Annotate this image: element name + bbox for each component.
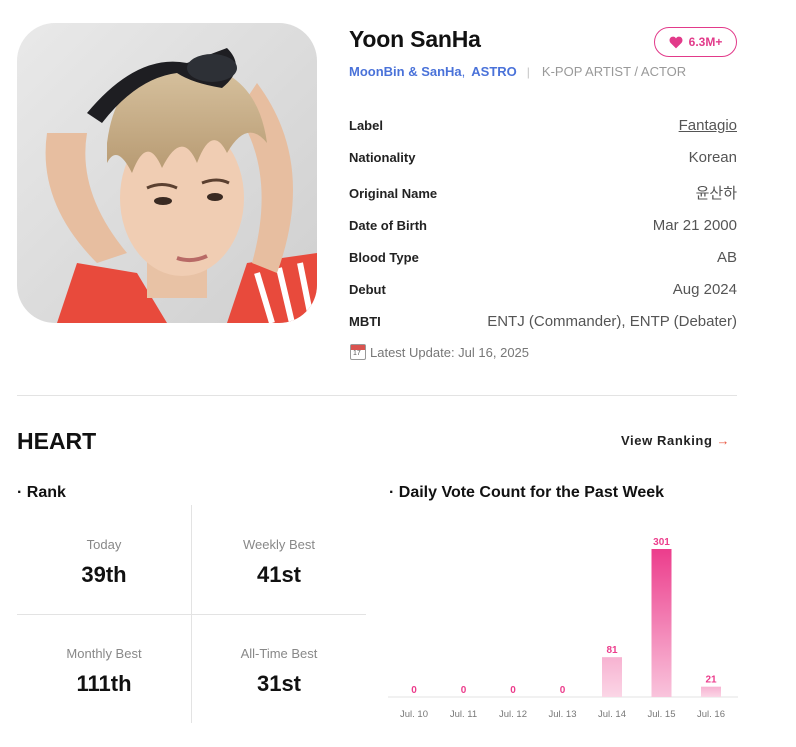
rank-cell-all-time-best: All-Time Best 31st — [192, 646, 366, 697]
rank-cell-weekly-best: Weekly Best 41st — [192, 537, 366, 588]
info-value: ENTJ (Commander), ENTP (Debater) — [487, 313, 737, 330]
chart-tick-label: Jul. 10 — [400, 709, 428, 720]
chart-tick-label: Jul. 13 — [549, 709, 577, 720]
latest-update-text: Latest Update: Jul 16, 2025 — [370, 344, 530, 360]
info-row-blood-type: Blood Type AB — [349, 249, 737, 266]
artist-subline: MoonBin & SanHa , ASTRO | K-POP ARTIST /… — [349, 64, 686, 79]
rank-value: 111th — [76, 671, 132, 696]
like-button[interactable]: 6.3M+ — [654, 27, 737, 57]
info-row-debut: Debut Aug 2024 — [349, 281, 737, 298]
chart-data-label: 21 — [705, 675, 717, 686]
info-row-original-name: Original Name 윤산하 — [349, 182, 737, 203]
calendar-icon — [350, 344, 366, 360]
info-value: Aug 2024 — [672, 281, 737, 298]
rank-label: All-Time Best — [240, 646, 318, 661]
chart-tick-label: Jul. 15 — [648, 709, 676, 720]
info-key: Label — [349, 118, 383, 133]
info-row-nationality: Nationality Korean — [349, 149, 737, 166]
rank-label: Today — [86, 537, 122, 552]
artist-photo-illustration — [17, 23, 317, 323]
label-link[interactable]: Fantagio — [679, 117, 737, 134]
artist-role: K-POP ARTIST / ACTOR — [541, 64, 687, 79]
group-link-astro[interactable]: ASTRO — [471, 64, 517, 79]
info-row-mbti: MBTI ENTJ (Commander), ENTP (Debater) — [349, 313, 737, 330]
like-count: 6.3M+ — [688, 35, 723, 49]
view-ranking-link[interactable]: View Ranking → — [621, 433, 730, 448]
chart-data-label: 81 — [606, 645, 618, 656]
info-key: Original Name — [349, 186, 438, 201]
info-row-label: Label Fantagio — [349, 117, 737, 134]
rank-value: 41st — [256, 562, 302, 587]
info-key: Debut — [349, 282, 386, 297]
chart-tick-label: Jul. 14 — [598, 709, 626, 720]
heart-section-title: HEART — [17, 428, 97, 454]
rank-value: 39th — [81, 562, 127, 587]
chart-bar — [701, 686, 721, 697]
info-key: Nationality — [349, 150, 416, 165]
chart-bar — [651, 549, 672, 697]
info-value: 윤산하 — [695, 185, 737, 202]
chart-data-label: 301 — [653, 537, 670, 548]
grid-divider-horizontal — [17, 614, 366, 615]
rank-grid: Today 39th Weekly Best 41st Monthly Best… — [17, 505, 366, 723]
chart-title: · Daily Vote Count for the Past Week — [389, 484, 665, 501]
info-value: Korean — [688, 149, 737, 166]
info-row-date-of-birth: Date of Birth Mar 21 2000 — [349, 217, 737, 234]
daily-vote-chart: 0 Jul. 10 0 Jul. 11 0 Jul. 12 0 Jul. 13 81 Jul. 1… — [388, 537, 738, 720]
info-key: Date of Birth — [349, 218, 427, 233]
chart-data-label: 0 — [560, 685, 566, 696]
rank-label: Monthly Best — [66, 646, 142, 661]
info-key: Blood Type — [349, 250, 419, 265]
latest-update: Latest Update: Jul 16, 2025 — [350, 344, 529, 360]
info-key: MBTI — [349, 314, 381, 329]
view-ranking-label: View Ranking — [621, 433, 713, 448]
subline-divider: | — [526, 64, 530, 79]
chart-data-label: 0 — [510, 685, 516, 696]
rank-label: Weekly Best — [242, 537, 315, 552]
artist-photo — [17, 23, 317, 323]
chart-tick-label: Jul. 16 — [697, 709, 725, 720]
section-divider — [17, 395, 737, 396]
heart-icon — [669, 36, 683, 48]
arrow-right-icon: → — [716, 433, 731, 448]
rank-cell-today: Today 39th — [17, 537, 191, 588]
info-value: Mar 21 2000 — [652, 217, 737, 234]
rank-cell-monthly-best: Monthly Best 111th — [17, 646, 191, 697]
rank-value: 31st — [256, 671, 302, 696]
rank-title: · Rank — [17, 484, 66, 501]
info-value: AB — [716, 249, 737, 266]
group-separator: , — [461, 64, 466, 79]
chart-tick-label: Jul. 11 — [450, 709, 477, 720]
chart-bar — [602, 657, 622, 697]
chart-data-label: 0 — [461, 685, 467, 696]
chart-data-label: 0 — [411, 685, 417, 696]
chart-tick-label: Jul. 12 — [499, 709, 527, 720]
artist-name: Yoon SanHa — [349, 26, 481, 52]
group-link-moonbin-sanha[interactable]: MoonBin & SanHa — [349, 64, 462, 79]
